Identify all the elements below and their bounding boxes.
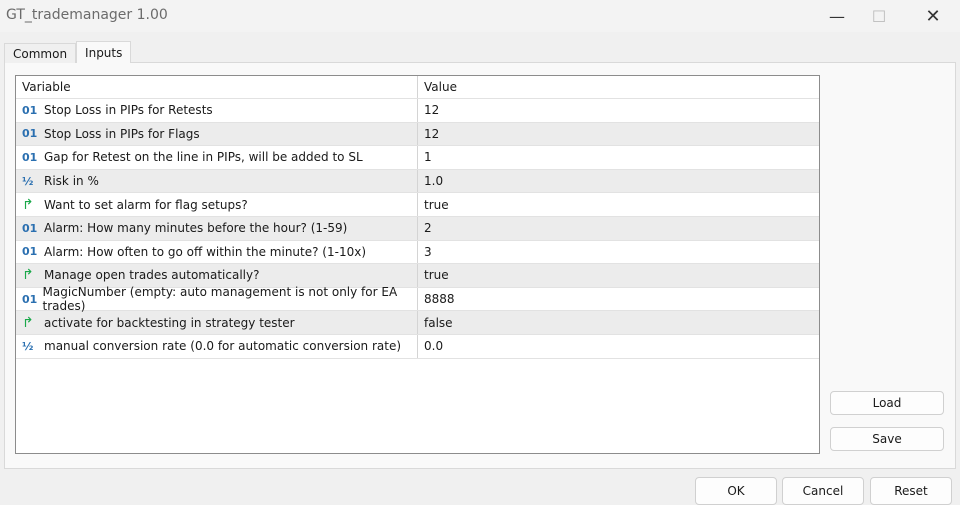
integer-icon: 01 xyxy=(22,103,38,117)
tab-bar: Common Inputs xyxy=(4,41,132,63)
value-cell[interactable]: true xyxy=(418,198,449,212)
table-row[interactable]: 01 Stop Loss in PIPs for Retests 12 xyxy=(16,99,819,123)
variable-name: Manage open trades automatically? xyxy=(44,268,260,283)
variable-name: manual conversion rate (0.0 for automati… xyxy=(44,339,402,354)
table-row[interactable]: 01 Alarm: How often to go off within the … xyxy=(16,240,819,265)
value-cell[interactable]: 1 xyxy=(418,150,432,164)
variable-cell[interactable]: 01 Stop Loss in PIPs for Flags xyxy=(16,122,418,146)
integer-icon: 01 xyxy=(22,221,38,235)
value-cell[interactable]: 12 xyxy=(418,127,439,141)
integer-icon: 01 xyxy=(22,292,38,306)
variable-cell[interactable]: 01 Stop Loss in PIPs for Retests xyxy=(16,99,418,122)
close-icon: ✕ xyxy=(925,5,941,27)
integer-icon: 01 xyxy=(22,245,38,259)
maximize-button[interactable]: ☐ xyxy=(856,0,902,32)
load-button[interactable]: Load xyxy=(830,391,944,415)
variable-cell[interactable]: ↱ activate for backtesting in strategy te… xyxy=(16,311,418,334)
fraction-icon: ½ xyxy=(22,339,34,353)
cancel-button[interactable]: Cancel xyxy=(782,477,864,505)
bool-arrow-icon: ↱ xyxy=(22,196,34,213)
variable-name: Alarm: How often to go off within the mi… xyxy=(44,244,367,259)
variable-name: Stop Loss in PIPs for Retests xyxy=(44,103,213,118)
variable-cell[interactable]: 01 Gap for Retest on the line in PIPs, wi… xyxy=(16,146,418,169)
table-row[interactable]: ↱ Want to set alarm for flag setups? true xyxy=(16,193,819,217)
table-row[interactable]: ½ manual conversion rate (0.0 for automat… xyxy=(16,334,819,359)
minimize-button[interactable]: — xyxy=(814,0,860,32)
integer-icon: 01 xyxy=(22,150,38,164)
ok-button[interactable]: OK xyxy=(695,477,777,505)
variable-cell[interactable]: 01 MagicNumber (empty: auto management is… xyxy=(16,285,418,314)
title-bar: GT_trademanager 1.00 — ☐ ✕ xyxy=(0,0,960,32)
minimize-icon: — xyxy=(829,6,845,26)
table-row[interactable]: ↱ activate for backtesting in strategy te… xyxy=(16,311,819,335)
tab-common[interactable]: Common xyxy=(4,43,77,63)
window-title: GT_trademanager 1.00 xyxy=(6,7,168,23)
value-cell[interactable]: true xyxy=(418,268,449,282)
table-row[interactable]: ½ Risk in % 1.0 xyxy=(16,169,819,194)
value-cell[interactable]: 0.0 xyxy=(418,339,443,353)
variable-name: Risk in % xyxy=(44,174,99,189)
maximize-icon: ☐ xyxy=(871,6,887,26)
value-cell[interactable]: false xyxy=(418,316,453,330)
table-row[interactable]: 01 MagicNumber (empty: auto management is… xyxy=(16,285,819,314)
value-cell[interactable]: 12 xyxy=(418,103,439,117)
table-row[interactable]: 01 Stop Loss in PIPs for Flags 12 xyxy=(16,122,819,147)
reset-button[interactable]: Reset xyxy=(870,477,952,505)
variable-name: Gap for Retest on the line in PIPs, will… xyxy=(44,150,363,165)
value-cell[interactable]: 3 xyxy=(418,245,432,259)
variable-name: MagicNumber (empty: auto management is n… xyxy=(42,285,398,314)
table-row[interactable]: 01 Gap for Retest on the line in PIPs, wi… xyxy=(16,146,819,170)
header-value[interactable]: Value xyxy=(418,80,457,94)
close-button[interactable]: ✕ xyxy=(910,0,956,32)
table-header: Variable Value xyxy=(16,76,819,99)
save-button[interactable]: Save xyxy=(830,427,944,451)
variable-name: Alarm: How many minutes before the hour?… xyxy=(44,221,348,236)
variable-name: Want to set alarm for flag setups? xyxy=(44,197,248,212)
variable-cell[interactable]: ½ manual conversion rate (0.0 for automat… xyxy=(16,334,418,358)
table-row[interactable]: 01 Alarm: How many minutes before the hou… xyxy=(16,216,819,241)
fraction-icon: ½ xyxy=(22,174,34,188)
variable-cell[interactable]: ½ Risk in % xyxy=(16,169,418,193)
variable-cell[interactable]: ↱ Manage open trades automatically? xyxy=(16,264,418,287)
variable-cell[interactable]: ↱ Want to set alarm for flag setups? xyxy=(16,193,418,216)
bool-arrow-icon: ↱ xyxy=(22,314,34,331)
value-cell[interactable]: 1.0 xyxy=(418,174,443,188)
variable-cell[interactable]: 01 Alarm: How often to go off within the … xyxy=(16,240,418,264)
variable-name: Stop Loss in PIPs for Flags xyxy=(44,126,200,141)
tab-inputs[interactable]: Inputs xyxy=(76,41,132,63)
value-cell[interactable]: 2 xyxy=(418,221,432,235)
bool-arrow-icon: ↱ xyxy=(22,267,34,284)
variable-name: activate for backtesting in strategy tes… xyxy=(44,315,295,330)
value-cell[interactable]: 8888 xyxy=(418,292,455,306)
variable-cell[interactable]: 01 Alarm: How many minutes before the hou… xyxy=(16,216,418,240)
header-variable[interactable]: Variable xyxy=(16,76,418,98)
integer-icon: 01 xyxy=(22,127,38,141)
inputs-table: Variable Value 01 Stop Loss in PIPs for R… xyxy=(15,75,820,454)
